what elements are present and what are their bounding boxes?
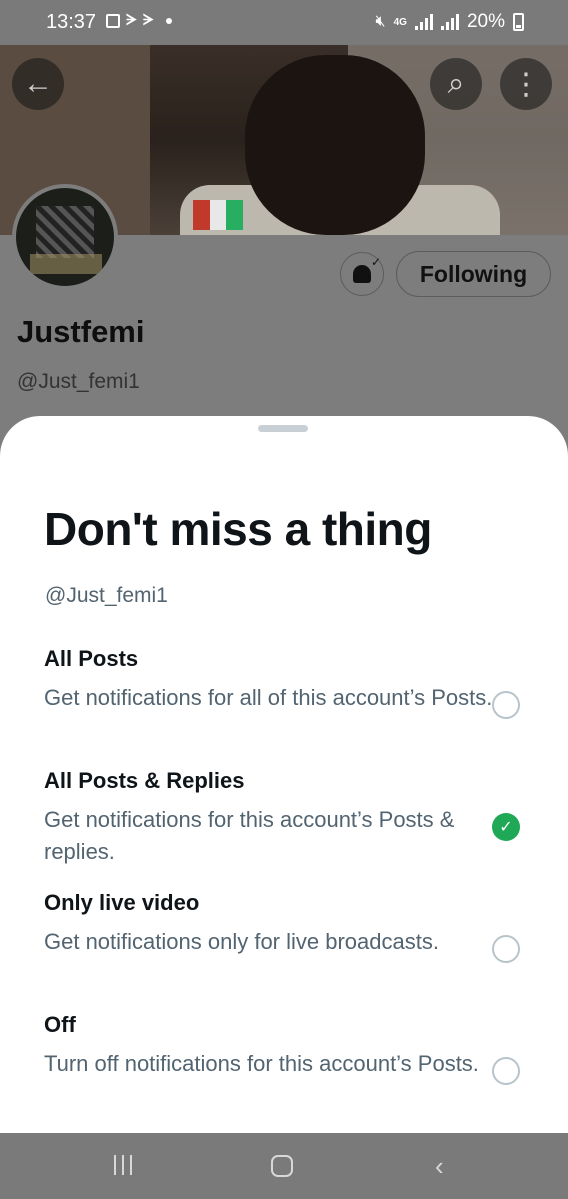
back-button[interactable]: ← [12, 58, 64, 110]
media-icon: ᗒ [142, 12, 154, 29]
radio-checked[interactable]: ✓ [492, 813, 520, 841]
option-description: Get notifications for all of this accoun… [44, 685, 493, 710]
banner-flag [193, 200, 244, 230]
avatar[interactable] [12, 184, 118, 290]
search-icon: ⌕ [447, 67, 465, 100]
more-vertical-icon: ⋮ [511, 67, 541, 101]
status-notification-icons: ᗒ ᗒ [106, 12, 172, 29]
bell-check-icon [353, 255, 381, 283]
radio-unchecked[interactable] [492, 691, 520, 719]
mute-icon: 🔇︎ [375, 13, 386, 30]
search-button[interactable]: ⌕ [430, 58, 482, 110]
sheet-title: Don't miss a thing [44, 503, 432, 555]
profile-name: Justfemi [17, 314, 145, 349]
gallery-icon [106, 13, 120, 28]
option-title: Off [44, 1012, 76, 1037]
option-description: Turn off notifications for this account’… [44, 1051, 479, 1076]
system-back-button[interactable]: ‹ [435, 1151, 444, 1182]
signal-icon [414, 14, 433, 30]
status-bar: 13:37 ᗒ ᗒ 🔇︎ 4G 20% [0, 0, 568, 45]
banner-figure [245, 55, 425, 235]
back-arrow-icon: ← [23, 67, 53, 100]
option-title: All Posts & Replies [44, 768, 245, 793]
sheet-account-handle: @Just_femi1 [45, 584, 168, 607]
option-all-posts[interactable]: All Posts Get notifications for all of t… [44, 646, 534, 719]
more-options-button[interactable]: ⋮ [500, 58, 552, 110]
option-title: Only live video [44, 890, 200, 915]
radio-unchecked[interactable] [492, 935, 520, 963]
option-description: Get notifications for this account’s Pos… [44, 807, 455, 864]
battery-charging-icon [513, 13, 524, 31]
status-system-icons: 🔇︎ 4G 20% [376, 11, 524, 33]
status-time: 13:37 [46, 11, 97, 33]
option-all-posts-replies[interactable]: All Posts & Replies Get notifications fo… [44, 768, 534, 868]
recents-button[interactable] [114, 1155, 132, 1175]
notifications-button[interactable] [340, 252, 384, 296]
media-icon: ᗒ [126, 12, 137, 29]
system-nav-bar: ‹ [0, 1133, 568, 1199]
following-button[interactable]: Following [396, 251, 551, 297]
check-icon: ✓ [499, 819, 513, 836]
network-type-label: 4G [393, 16, 407, 28]
radio-unchecked[interactable] [492, 1057, 520, 1085]
option-title: All Posts [44, 646, 139, 671]
chevron-left-icon: ‹ [435, 1151, 444, 1181]
sheet-drag-handle[interactable] [258, 425, 308, 432]
option-description: Get notifications only for live broadcas… [44, 929, 439, 954]
signal-icon [440, 14, 459, 30]
profile-handle: @Just_femi1 [17, 370, 140, 393]
home-button[interactable] [271, 1155, 293, 1177]
option-off[interactable]: Off Turn off notifications for this acco… [44, 1012, 534, 1085]
notification-settings-sheet: Don't miss a thing @Just_femi1 All Posts… [0, 416, 568, 1133]
option-only-live-video[interactable]: Only live video Get notifications only f… [44, 890, 534, 963]
dot-icon [165, 17, 172, 24]
battery-label: 20% [466, 11, 505, 32]
